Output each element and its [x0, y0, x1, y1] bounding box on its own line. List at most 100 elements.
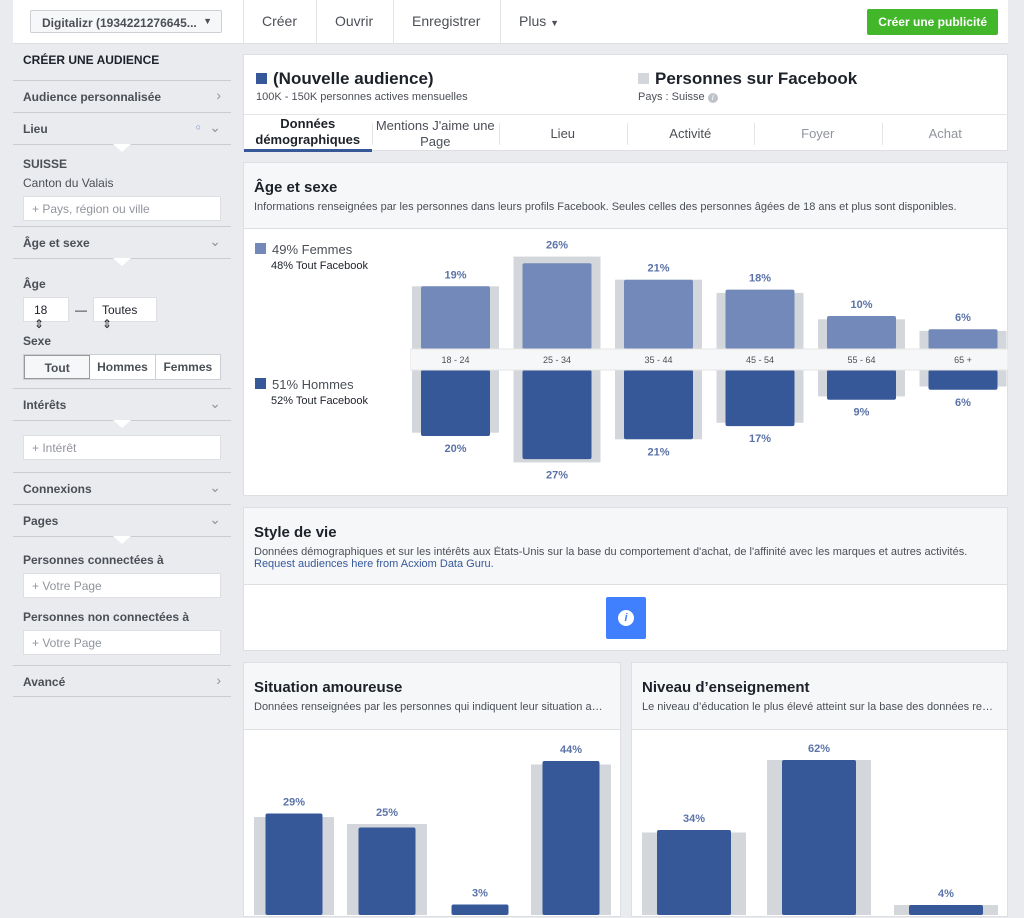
chevron-right-icon: ›	[216, 87, 221, 103]
acxiom-link[interactable]: Request audiences here from Acxiom Data …	[254, 558, 997, 570]
label-women: 18%	[749, 273, 771, 285]
open-button[interactable]: Ouvrir	[316, 0, 391, 44]
tab-activity[interactable]: Activité	[626, 115, 755, 152]
info-icon[interactable]: i	[707, 93, 718, 103]
not-connected-page-input[interactable]: + Votre Page	[23, 630, 221, 655]
create-ad-button[interactable]: Créer une publicité	[867, 9, 998, 35]
section-pages[interactable]: Pages ⌄	[13, 504, 231, 536]
placeholder: Intérêt	[42, 441, 77, 455]
label-women: 19%	[444, 269, 466, 281]
sidebar-title: CRÉER UNE AUDIENCE	[23, 53, 160, 67]
bar-men	[928, 370, 998, 390]
info-icon: i	[618, 610, 634, 626]
more-button[interactable]: Plus ▼	[500, 0, 577, 44]
age-label: Âge	[23, 277, 46, 291]
tab-demographics[interactable]: Données démographiques	[244, 115, 372, 152]
age-tick-label: 55 - 64	[847, 355, 875, 365]
tab-purchase[interactable]: Achat	[881, 115, 1010, 152]
education-chart: 34% 62% 4%	[642, 743, 998, 915]
women-label: 49% Femmes	[272, 242, 353, 257]
facebook-title: Personnes sur Facebook	[655, 69, 858, 88]
card-title: Situation amoureuse	[254, 679, 403, 696]
bar-men	[624, 370, 693, 440]
section-label: Audience personnalisée	[23, 90, 162, 104]
account-name: Digitalizr (1934221276645...	[42, 16, 197, 30]
chevron-right-icon: ›	[216, 672, 221, 688]
label-women: 6%	[955, 312, 971, 324]
bar-men	[522, 370, 592, 460]
men-swatch	[255, 378, 266, 389]
placeholder: Votre Page	[42, 579, 102, 593]
age-to-select[interactable]: Toutes ⇕	[93, 297, 157, 331]
account-selector[interactable]: Digitalizr (1934221276645... ▼	[30, 10, 222, 33]
card-desc: Le niveau d’éducation le plus élevé atte…	[642, 701, 997, 713]
audience-swatch	[256, 73, 267, 84]
connected-page-input[interactable]: + Votre Page	[23, 573, 221, 598]
relationship-chart: 29% 25% 3% 44%	[254, 744, 611, 915]
gender-all-button[interactable]: Tout	[24, 355, 91, 379]
bar-label: 29%	[283, 797, 305, 809]
value: Toutes	[102, 303, 138, 317]
bar-label: 34%	[683, 813, 705, 825]
interest-input[interactable]: + Intérêt	[23, 435, 221, 460]
gender-men-button[interactable]: Hommes	[90, 355, 156, 379]
section-label: Connexions	[23, 482, 92, 496]
bar-label: 62%	[808, 743, 830, 755]
bar	[657, 830, 731, 915]
card-desc: Données démographiques et sur les intérê…	[254, 546, 968, 558]
age-gender-chart: 19% 20% 26% 27% 21% 21% 18% 17% 10% 9% 6% 6% 18 - 24…	[410, 240, 1008, 481]
location-input[interactable]: + Pays, région ou ville	[23, 196, 221, 221]
top-toolbar: Digitalizr (1934221276645... ▼ Créer Ouvr…	[13, 0, 1008, 44]
caret-down-icon: ▼	[550, 18, 560, 28]
label-men: 21%	[647, 446, 669, 458]
tab-location[interactable]: Lieu	[499, 115, 627, 152]
section-custom-audience[interactable]: Audience personnalisée ›	[13, 80, 231, 112]
bar	[358, 827, 416, 915]
dash: —	[75, 302, 87, 317]
gender-women-button[interactable]: Femmes	[156, 355, 220, 379]
label-women: 21%	[647, 263, 669, 275]
section-connections[interactable]: Connexions ⌄	[13, 472, 231, 504]
bar-women	[421, 286, 490, 349]
info-button[interactable]: i	[606, 597, 646, 639]
label-men: 20%	[444, 443, 466, 455]
bar-women	[725, 289, 795, 349]
chevron-down-icon: ⌄	[209, 395, 221, 411]
chevron-down-icon: ⌄	[209, 479, 221, 495]
placeholder: Pays, région ou ville	[42, 202, 150, 216]
bar-women	[928, 329, 998, 349]
women-fb-label: 48% Tout Facebook	[271, 260, 369, 272]
relationship-card: Situation amoureuse Données renseignées p…	[243, 662, 621, 917]
value: 18	[34, 303, 48, 317]
section-label: Âge et sexe	[23, 236, 90, 250]
card-title: Style de vie	[254, 524, 337, 541]
section-advanced[interactable]: Avancé ›	[13, 665, 231, 697]
gender-label: Sexe	[23, 334, 52, 348]
label-men: 6%	[955, 397, 971, 409]
facebook-swatch	[638, 73, 649, 84]
section-interests[interactable]: Intérêts ⌄	[13, 388, 231, 420]
age-from-select[interactable]: 18 ⇕	[23, 297, 69, 331]
women-swatch	[255, 243, 266, 254]
save-button[interactable]: Enregistrer	[393, 0, 498, 44]
audience-size: 100K - 150K personnes actives mensuelles	[256, 91, 468, 103]
not-connected-label: Personnes non connectées à	[23, 610, 190, 624]
bar-label: 44%	[560, 744, 582, 756]
section-location[interactable]: Lieu ○ ⌄	[13, 112, 231, 144]
section-label: Pages	[23, 514, 59, 528]
age-tick-label: 18 - 24	[441, 355, 469, 365]
bar-label: 4%	[938, 888, 954, 900]
bar	[909, 905, 983, 915]
chevron-down-icon: ⌄	[209, 233, 221, 249]
tab-household[interactable]: Foyer	[754, 115, 882, 152]
country-filter: Pays : Suisse	[638, 91, 705, 103]
age-tick-label: 45 - 54	[746, 355, 774, 365]
dot-icon: ○	[195, 122, 201, 132]
bar-women	[827, 316, 896, 349]
create-button[interactable]: Créer	[243, 0, 315, 44]
connected-label: Personnes connectées à	[23, 553, 164, 567]
section-label: Avancé	[23, 675, 66, 689]
tab-page-likes[interactable]: Mentions J'aime une Page	[371, 115, 500, 152]
section-age-gender[interactable]: Âge et sexe ⌄	[13, 226, 231, 258]
label-men: 17%	[749, 433, 771, 445]
